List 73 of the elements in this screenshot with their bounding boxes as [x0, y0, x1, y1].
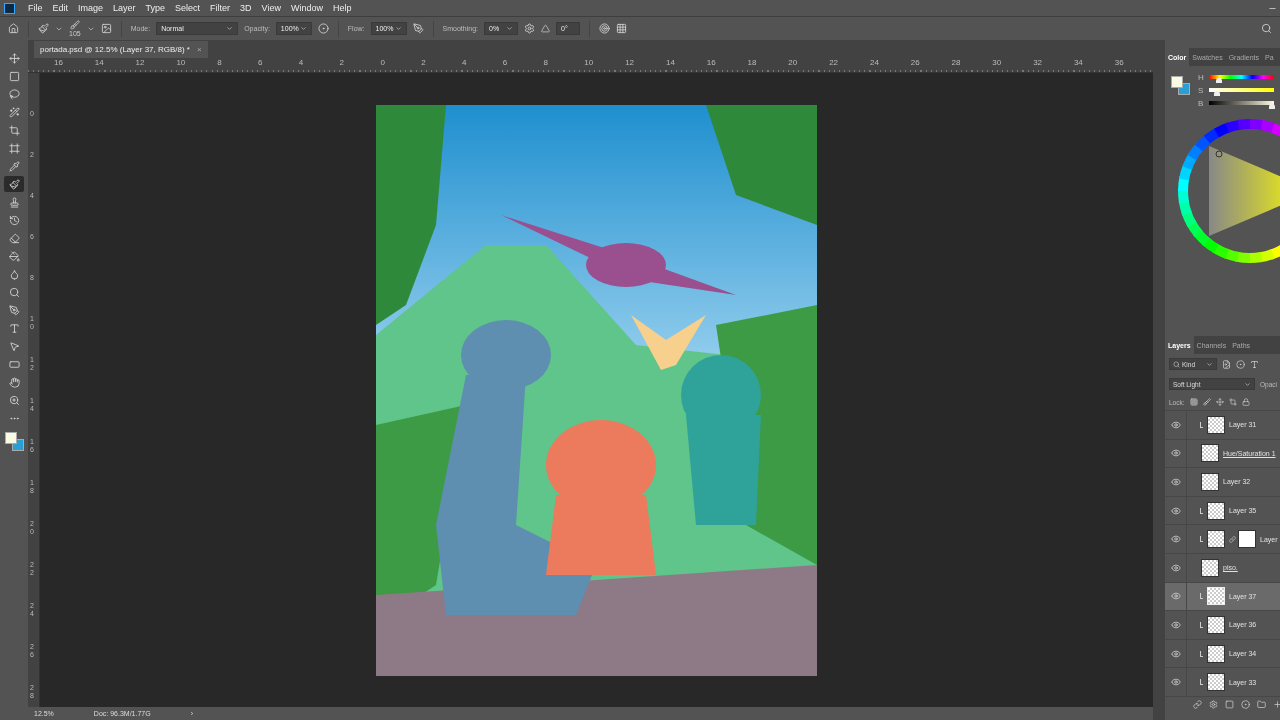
layer-thumbnail	[1207, 530, 1225, 549]
slider-thumb[interactable]	[1269, 104, 1276, 109]
eye-icon[interactable]	[1170, 419, 1181, 430]
menu-item[interactable]: File	[23, 3, 48, 13]
eye-icon[interactable]	[1170, 505, 1181, 516]
caret-icon[interactable]	[1244, 380, 1251, 388]
image-filter-icon[interactable]	[1222, 359, 1231, 369]
slider-label: B	[1198, 98, 1205, 108]
horizontal-ruler: 16 14 12 10 8 6 4 2 0 2 4 6 8 10 12 14 16 18 20 22 24 26 28 30 32 34 36	[28, 58, 1153, 73]
settings-icon[interactable]	[524, 23, 535, 34]
color-swatches-icon[interactable]	[4, 432, 24, 451]
layer-thumbnail	[1207, 644, 1225, 663]
slider-label: S	[1198, 85, 1205, 95]
lock-pixels-icon[interactable]	[1189, 398, 1198, 406]
link-icon	[1229, 535, 1236, 543]
layer-thumbnail	[1207, 673, 1225, 692]
home-icon[interactable]	[8, 23, 19, 34]
new-layer-icon[interactable]	[1273, 699, 1280, 709]
adjustment-icon[interactable]	[1241, 699, 1250, 709]
menu-item[interactable]: Layer	[108, 3, 141, 13]
caret-icon[interactable]	[1206, 360, 1213, 368]
lock-icon[interactable]	[1241, 398, 1250, 406]
folder-icon[interactable]	[1257, 699, 1266, 709]
menu-item[interactable]: Edit	[47, 3, 74, 13]
layer-thumbnail	[1201, 473, 1219, 491]
pressure-size-icon[interactable]	[599, 23, 610, 34]
menu-item[interactable]: Image	[73, 3, 109, 13]
link-icon[interactable]	[1193, 699, 1202, 709]
lock-artboard-icon[interactable]	[1228, 398, 1237, 406]
menu-item[interactable]: Window	[285, 3, 328, 13]
lock-position-icon[interactable]	[1215, 398, 1224, 406]
layer-thumbnail	[1207, 615, 1225, 634]
document-tab[interactable]: portada.psd @ 12.5% (Layer 37, RGB/8) * ×	[34, 41, 208, 58]
menu-item[interactable]: Select	[170, 3, 206, 13]
layer-mask-thumbnail	[1238, 530, 1256, 549]
adjustment-filter-icon[interactable]	[1236, 359, 1245, 369]
eye-icon[interactable]	[1170, 477, 1181, 487]
search-icon[interactable]	[1173, 360, 1180, 368]
caret-icon[interactable]	[394, 25, 402, 32]
caret-icon[interactable]	[506, 25, 513, 32]
lock-paint-icon[interactable]	[1202, 398, 1211, 406]
angle-icon[interactable]	[541, 24, 550, 33]
slider-label: H	[1198, 72, 1205, 82]
brush-icon[interactable]	[38, 23, 49, 34]
search-icon[interactable]	[1261, 23, 1272, 34]
app-logo	[4, 2, 15, 14]
layer-thumbnail	[1201, 444, 1219, 463]
mask-icon[interactable]	[1225, 699, 1234, 709]
eye-icon[interactable]	[1170, 648, 1181, 659]
layer-thumbnail	[1207, 415, 1225, 434]
eye-icon[interactable]	[1170, 591, 1181, 602]
menu-item[interactable]: View	[256, 3, 286, 13]
type-filter-icon[interactable]	[1250, 359, 1259, 369]
caret-icon[interactable]	[299, 25, 307, 32]
slider-thumb[interactable]	[1215, 78, 1222, 83]
eye-icon[interactable]	[1170, 534, 1181, 545]
caret-icon[interactable]	[226, 25, 234, 32]
eye-icon[interactable]	[1170, 619, 1181, 630]
color-wheel-drawing[interactable]	[1175, 116, 1280, 266]
eye-icon[interactable]	[1170, 562, 1181, 573]
brush-icon[interactable]	[4, 176, 24, 192]
pressure-icon[interactable]	[317, 23, 329, 34]
eye-icon[interactable]	[1170, 448, 1181, 459]
slider-thumb[interactable]	[1213, 91, 1220, 96]
eye-icon[interactable]	[1170, 677, 1181, 688]
layer-thumbnail	[1207, 501, 1225, 520]
layer-thumbnail	[1207, 587, 1225, 606]
menu-item[interactable]: 3D	[235, 3, 257, 13]
layer-thumbnail	[1201, 558, 1219, 577]
menu-item[interactable]: Help	[328, 3, 357, 13]
menu-item[interactable]: Type	[140, 3, 171, 13]
color-swatches-icon[interactable]	[1171, 76, 1190, 95]
menu-item[interactable]: Filter	[205, 3, 236, 13]
